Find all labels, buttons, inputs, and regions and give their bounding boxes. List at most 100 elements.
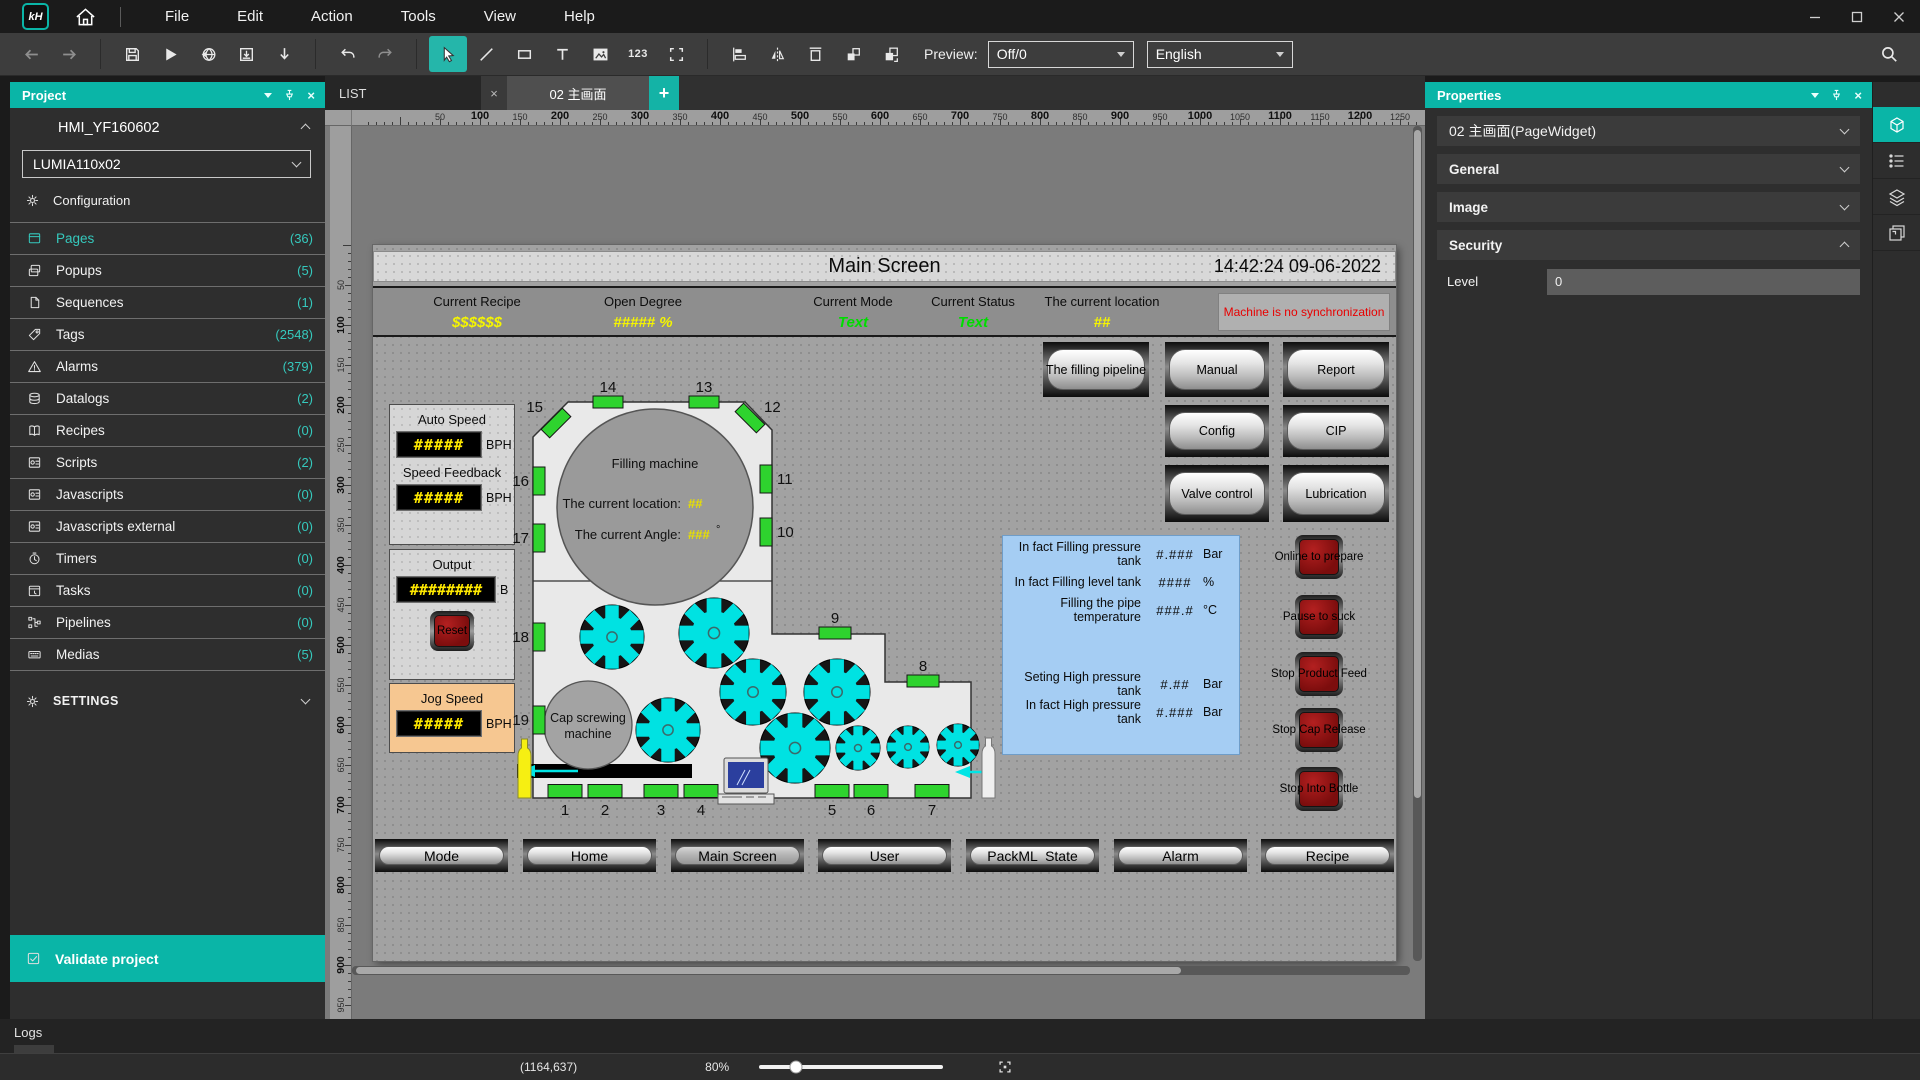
button-lubrication[interactable]: Lubrication bbox=[1283, 465, 1389, 522]
sidebar-item-datalogs[interactable]: Datalogs(2) bbox=[10, 383, 325, 415]
button-main-screen[interactable]: Main Screen bbox=[671, 839, 804, 872]
widget-selector[interactable]: 02 主画面(PageWidget) bbox=[1437, 116, 1860, 146]
svg-text:4: 4 bbox=[697, 802, 705, 819]
vertical-scrollbar[interactable] bbox=[1413, 126, 1422, 961]
menu-action[interactable]: Action bbox=[287, 0, 377, 33]
logs-label[interactable]: Logs bbox=[14, 1025, 42, 1040]
marquee-tool[interactable] bbox=[657, 36, 695, 72]
section-general[interactable]: General bbox=[1437, 154, 1860, 184]
collapse-icon[interactable] bbox=[1811, 93, 1819, 98]
tank-info-panel[interactable]: In fact Filling pressure tank#.###BarIn … bbox=[1002, 535, 1240, 755]
button-mode[interactable]: Mode bbox=[375, 839, 508, 872]
pin-icon[interactable] bbox=[1831, 89, 1842, 101]
select-tool[interactable] bbox=[429, 36, 467, 72]
close-icon[interactable]: × bbox=[1854, 88, 1862, 103]
sidebar-item-tasks[interactable]: Tasks(0) bbox=[10, 575, 325, 607]
button-report[interactable]: Report bbox=[1283, 342, 1389, 397]
install-icon[interactable] bbox=[227, 36, 265, 72]
sidebar-item-scripts[interactable]: Scripts(2) bbox=[10, 447, 325, 479]
run-icon[interactable] bbox=[151, 36, 189, 72]
pages-props-icon[interactable] bbox=[1873, 215, 1920, 251]
rectangle-tool[interactable] bbox=[505, 36, 543, 72]
container-icon[interactable] bbox=[796, 36, 834, 72]
sidebar-item-tags[interactable]: Tags(2548) bbox=[10, 319, 325, 351]
flip-icon[interactable] bbox=[758, 36, 796, 72]
button-manual[interactable]: Manual bbox=[1165, 342, 1269, 397]
hmi-page[interactable]: Main Screen 14:42:24 09-06-2022 Machine … bbox=[373, 245, 1396, 961]
logs-tab-handle[interactable] bbox=[14, 1045, 54, 1053]
menu-file[interactable]: File bbox=[141, 0, 213, 33]
button-recipe[interactable]: Recipe bbox=[1261, 839, 1394, 872]
sidebar-item-javascripts-external[interactable]: Javascripts external(0) bbox=[10, 511, 325, 543]
add-tab-button[interactable]: + bbox=[649, 76, 679, 110]
button-valve-control[interactable]: Valve control bbox=[1165, 465, 1269, 522]
tab-main-page[interactable]: 02 主画面 bbox=[507, 76, 649, 110]
text-tool[interactable] bbox=[543, 36, 581, 72]
button-user[interactable]: User bbox=[818, 839, 951, 872]
home-icon[interactable] bbox=[75, 7, 96, 27]
section-image[interactable]: Image bbox=[1437, 192, 1860, 222]
sidebar-item-popups[interactable]: Popups(5) bbox=[10, 255, 325, 287]
sensor-2 bbox=[588, 785, 622, 798]
close-icon[interactable]: × bbox=[307, 88, 315, 103]
sidebar-item-pipelines[interactable]: Pipelines(0) bbox=[10, 607, 325, 639]
align-icon[interactable] bbox=[720, 36, 758, 72]
arrange-icon[interactable] bbox=[872, 36, 910, 72]
group-icon[interactable] bbox=[834, 36, 872, 72]
publish-icon[interactable] bbox=[189, 36, 227, 72]
language-dropdown[interactable]: English bbox=[1147, 41, 1293, 68]
back-button[interactable] bbox=[12, 36, 50, 72]
save-icon[interactable] bbox=[113, 36, 151, 72]
device-select[interactable]: LUMIA110x02 bbox=[22, 150, 311, 178]
menu-view[interactable]: View bbox=[460, 0, 540, 33]
button-packml-state[interactable]: PackML State bbox=[966, 839, 1099, 872]
pin-icon[interactable] bbox=[284, 89, 295, 101]
redo-icon[interactable] bbox=[366, 36, 404, 72]
menu-edit[interactable]: Edit bbox=[213, 0, 287, 33]
download-icon[interactable] bbox=[265, 36, 303, 72]
sidebar-item-sequences[interactable]: Sequences(1) bbox=[10, 287, 325, 319]
sidebar-item-timers[interactable]: Timers(0) bbox=[10, 543, 325, 575]
layers-icon[interactable] bbox=[1873, 179, 1920, 215]
horizontal-scrollbar[interactable] bbox=[352, 966, 1410, 975]
maximize-button[interactable] bbox=[1836, 0, 1878, 33]
section-security[interactable]: Security bbox=[1437, 230, 1860, 260]
menu-help[interactable]: Help bbox=[540, 0, 619, 33]
button-config[interactable]: Config bbox=[1165, 405, 1269, 457]
validate-project-button[interactable]: Validate project bbox=[10, 935, 325, 982]
canvas-viewport[interactable]: 5010015020025030035040045050055060065070… bbox=[325, 126, 1425, 1019]
tab-list[interactable]: LIST bbox=[325, 76, 481, 110]
sidebar-item-alarms[interactable]: Alarms(379) bbox=[10, 351, 325, 383]
cap-screwing-circle[interactable] bbox=[544, 681, 632, 769]
outline-icon[interactable] bbox=[1873, 143, 1920, 179]
sidebar-item-javascripts[interactable]: Javascripts(0) bbox=[10, 479, 325, 511]
sensor-13 bbox=[689, 396, 719, 408]
sidebar-item-settings[interactable]: SETTINGS bbox=[10, 684, 325, 718]
button-alarm[interactable]: Alarm bbox=[1114, 839, 1247, 872]
zoom-slider-knob[interactable] bbox=[789, 1061, 802, 1074]
sidebar-item-pages[interactable]: Pages(36) bbox=[10, 223, 325, 255]
preview-dropdown[interactable]: Off/0 bbox=[988, 41, 1134, 68]
button-cip[interactable]: CIP bbox=[1283, 405, 1389, 457]
widget-props-icon[interactable] bbox=[1873, 107, 1920, 143]
collapse-icon[interactable] bbox=[264, 93, 272, 98]
configuration-item[interactable]: Configuration bbox=[10, 184, 325, 216]
zoom-slider[interactable] bbox=[759, 1065, 943, 1069]
image-tool[interactable] bbox=[581, 36, 619, 72]
line-tool[interactable] bbox=[467, 36, 505, 72]
menu-tools[interactable]: Tools bbox=[377, 0, 460, 33]
search-icon[interactable] bbox=[1870, 36, 1908, 72]
project-name-row[interactable]: HMI_YF160602 bbox=[10, 108, 325, 148]
level-input[interactable] bbox=[1547, 269, 1860, 295]
fit-screen-icon[interactable] bbox=[997, 1059, 1013, 1075]
close-button[interactable] bbox=[1878, 0, 1920, 33]
undo-icon[interactable] bbox=[328, 36, 366, 72]
sidebar-item-recipes[interactable]: Recipes(0) bbox=[10, 415, 325, 447]
forward-button[interactable] bbox=[50, 36, 88, 72]
number-tool[interactable]: 123 bbox=[619, 36, 657, 72]
sidebar-item-medias[interactable]: Medias(5) bbox=[10, 639, 325, 671]
tab-close-icon[interactable]: × bbox=[481, 76, 507, 110]
button-home[interactable]: Home bbox=[523, 839, 656, 872]
minimize-button[interactable] bbox=[1794, 0, 1836, 33]
button-the-filling-pipeline[interactable]: The filling pipeline bbox=[1043, 342, 1149, 397]
